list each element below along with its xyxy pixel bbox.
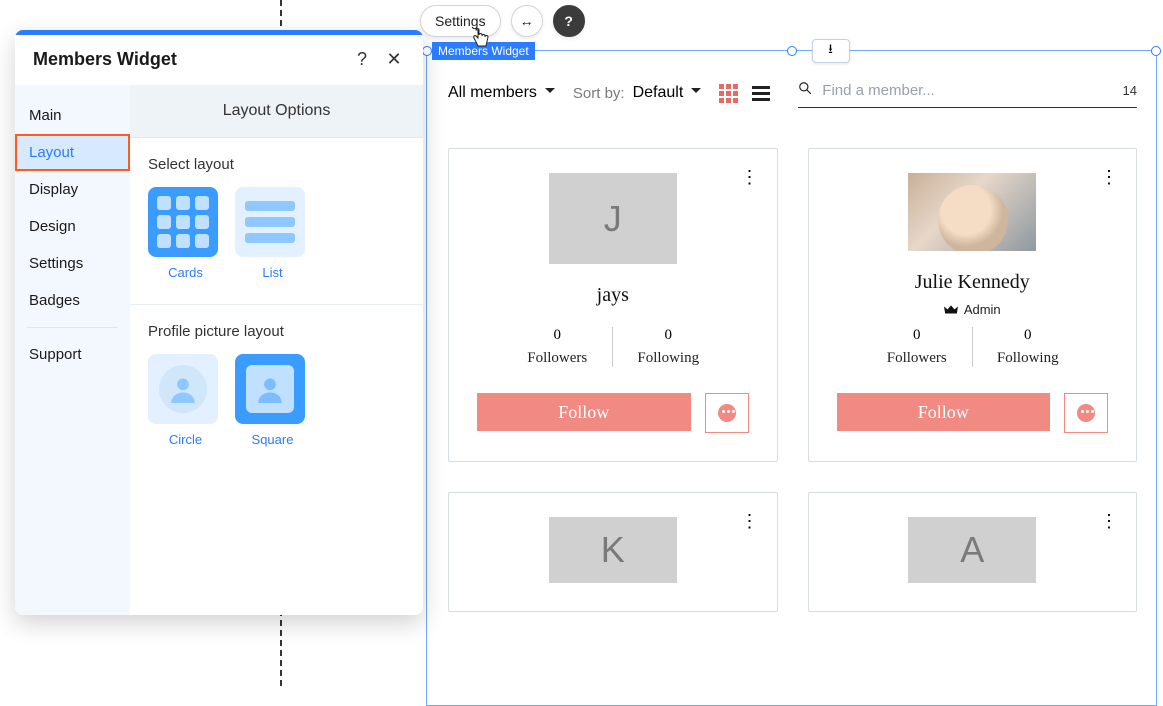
nav-item-badges[interactable]: Badges — [15, 282, 130, 319]
nav-item-display[interactable]: Display — [15, 171, 130, 208]
followers-count: 0 — [862, 327, 972, 344]
search-input[interactable] — [818, 78, 1112, 103]
chat-button[interactable] — [1064, 393, 1108, 433]
chevron-down-icon — [545, 84, 555, 103]
avatar — [908, 173, 1036, 251]
follow-button[interactable]: Follow — [477, 393, 691, 431]
chat-bubble-icon — [718, 404, 736, 422]
follow-button[interactable]: Follow — [837, 393, 1051, 431]
pic-option-square[interactable]: Square — [235, 354, 310, 447]
card-menu-icon[interactable]: ⋮ — [741, 511, 759, 532]
sort-prefix: Sort by: — [573, 85, 625, 102]
sort-dropdown[interactable]: Default — [633, 84, 702, 103]
preview-toolbar: All members Sort by: Default 14 — [448, 78, 1137, 108]
member-card: ⋮ Julie Kennedy Admin 0Followers 0Follow… — [808, 148, 1138, 462]
following-label: Following — [973, 350, 1083, 367]
panel-header: Members Widget ? ✕ — [15, 35, 423, 85]
settings-button[interactable]: Settings — [420, 5, 501, 37]
nav-item-support[interactable]: Support — [15, 336, 130, 373]
panel-side-nav: Main Layout Display Design Settings Badg… — [15, 85, 130, 615]
followers-label: Followers — [862, 350, 972, 367]
following-label: Following — [613, 350, 723, 367]
member-card: ⋮ A — [808, 492, 1138, 612]
avatar: K — [549, 517, 677, 583]
search-icon — [798, 81, 812, 100]
followers-count: 0 — [502, 327, 612, 344]
options-header: Layout Options — [130, 85, 423, 138]
grid-view-icon[interactable] — [719, 84, 738, 103]
section-select-layout: Select layout Cards List — [130, 138, 423, 305]
member-card: ⋮ J jays 0Followers 0Following Follow — [448, 148, 778, 462]
download-handle[interactable]: ⭳ — [812, 39, 850, 63]
filter-label: All members — [448, 84, 537, 102]
card-menu-icon[interactable]: ⋮ — [741, 167, 759, 188]
members-grid: ⋮ J jays 0Followers 0Following Follow ⋮ … — [448, 148, 1137, 612]
pic-circle-label: Circle — [148, 432, 223, 447]
members-preview: All members Sort by: Default 14 ⋮ J — [448, 78, 1137, 686]
panel-help-icon[interactable]: ? — [351, 49, 373, 70]
pic-option-circle[interactable]: Circle — [148, 354, 223, 447]
widget-tag-label: Members Widget — [432, 42, 535, 60]
layout-option-list[interactable]: List — [235, 187, 310, 280]
member-count: 14 — [1123, 83, 1137, 98]
resize-handle[interactable] — [1151, 46, 1161, 56]
card-menu-icon[interactable]: ⋮ — [1100, 511, 1118, 532]
layout-list-thumb-icon — [235, 187, 305, 257]
avatar: A — [908, 517, 1036, 583]
nav-separator — [27, 327, 118, 328]
pic-circle-thumb-icon — [148, 354, 218, 424]
layout-cards-label: Cards — [148, 265, 223, 280]
resize-handle[interactable] — [787, 46, 797, 56]
nav-item-design[interactable]: Design — [15, 208, 130, 245]
section-label: Select layout — [148, 156, 405, 173]
stretch-button[interactable]: ↔ — [511, 5, 543, 37]
admin-label: Admin — [964, 302, 1001, 317]
followers-label: Followers — [502, 350, 612, 367]
panel-close-icon[interactable]: ✕ — [383, 49, 405, 70]
chevron-down-icon — [691, 84, 701, 103]
chat-button[interactable] — [705, 393, 749, 433]
layout-cards-thumb-icon — [148, 187, 218, 257]
avatar: J — [549, 173, 677, 264]
layout-option-cards[interactable]: Cards — [148, 187, 223, 280]
card-menu-icon[interactable]: ⋮ — [1100, 167, 1118, 188]
following-count: 0 — [613, 327, 723, 344]
resize-handle[interactable] — [422, 46, 432, 56]
member-name: jays — [597, 284, 629, 307]
sort-value: Default — [633, 84, 684, 102]
nav-item-main[interactable]: Main — [15, 97, 130, 134]
settings-panel: Members Widget ? ✕ Main Layout Display D… — [15, 30, 423, 615]
section-profile-picture-layout: Profile picture layout Circle Square — [130, 305, 423, 471]
options-column: Layout Options Select layout Cards L — [130, 85, 423, 615]
search-field[interactable]: 14 — [798, 78, 1137, 108]
chat-bubble-icon — [1077, 404, 1095, 422]
panel-title: Members Widget — [33, 49, 341, 70]
pic-square-thumb-icon — [235, 354, 305, 424]
following-count: 0 — [973, 327, 1083, 344]
nav-item-settings[interactable]: Settings — [15, 245, 130, 282]
crown-icon — [944, 305, 958, 315]
pic-square-label: Square — [235, 432, 310, 447]
section-label: Profile picture layout — [148, 323, 405, 340]
nav-item-layout[interactable]: Layout — [15, 134, 130, 171]
floating-toolbar: Settings ↔ ? — [420, 5, 585, 37]
layout-list-label: List — [235, 265, 310, 280]
member-name: Julie Kennedy — [915, 271, 1030, 294]
member-card: ⋮ K — [448, 492, 778, 612]
list-view-icon[interactable] — [752, 86, 770, 101]
admin-badge: Admin — [944, 302, 1001, 317]
help-button[interactable]: ? — [553, 5, 585, 37]
filter-dropdown[interactable]: All members — [448, 84, 555, 103]
